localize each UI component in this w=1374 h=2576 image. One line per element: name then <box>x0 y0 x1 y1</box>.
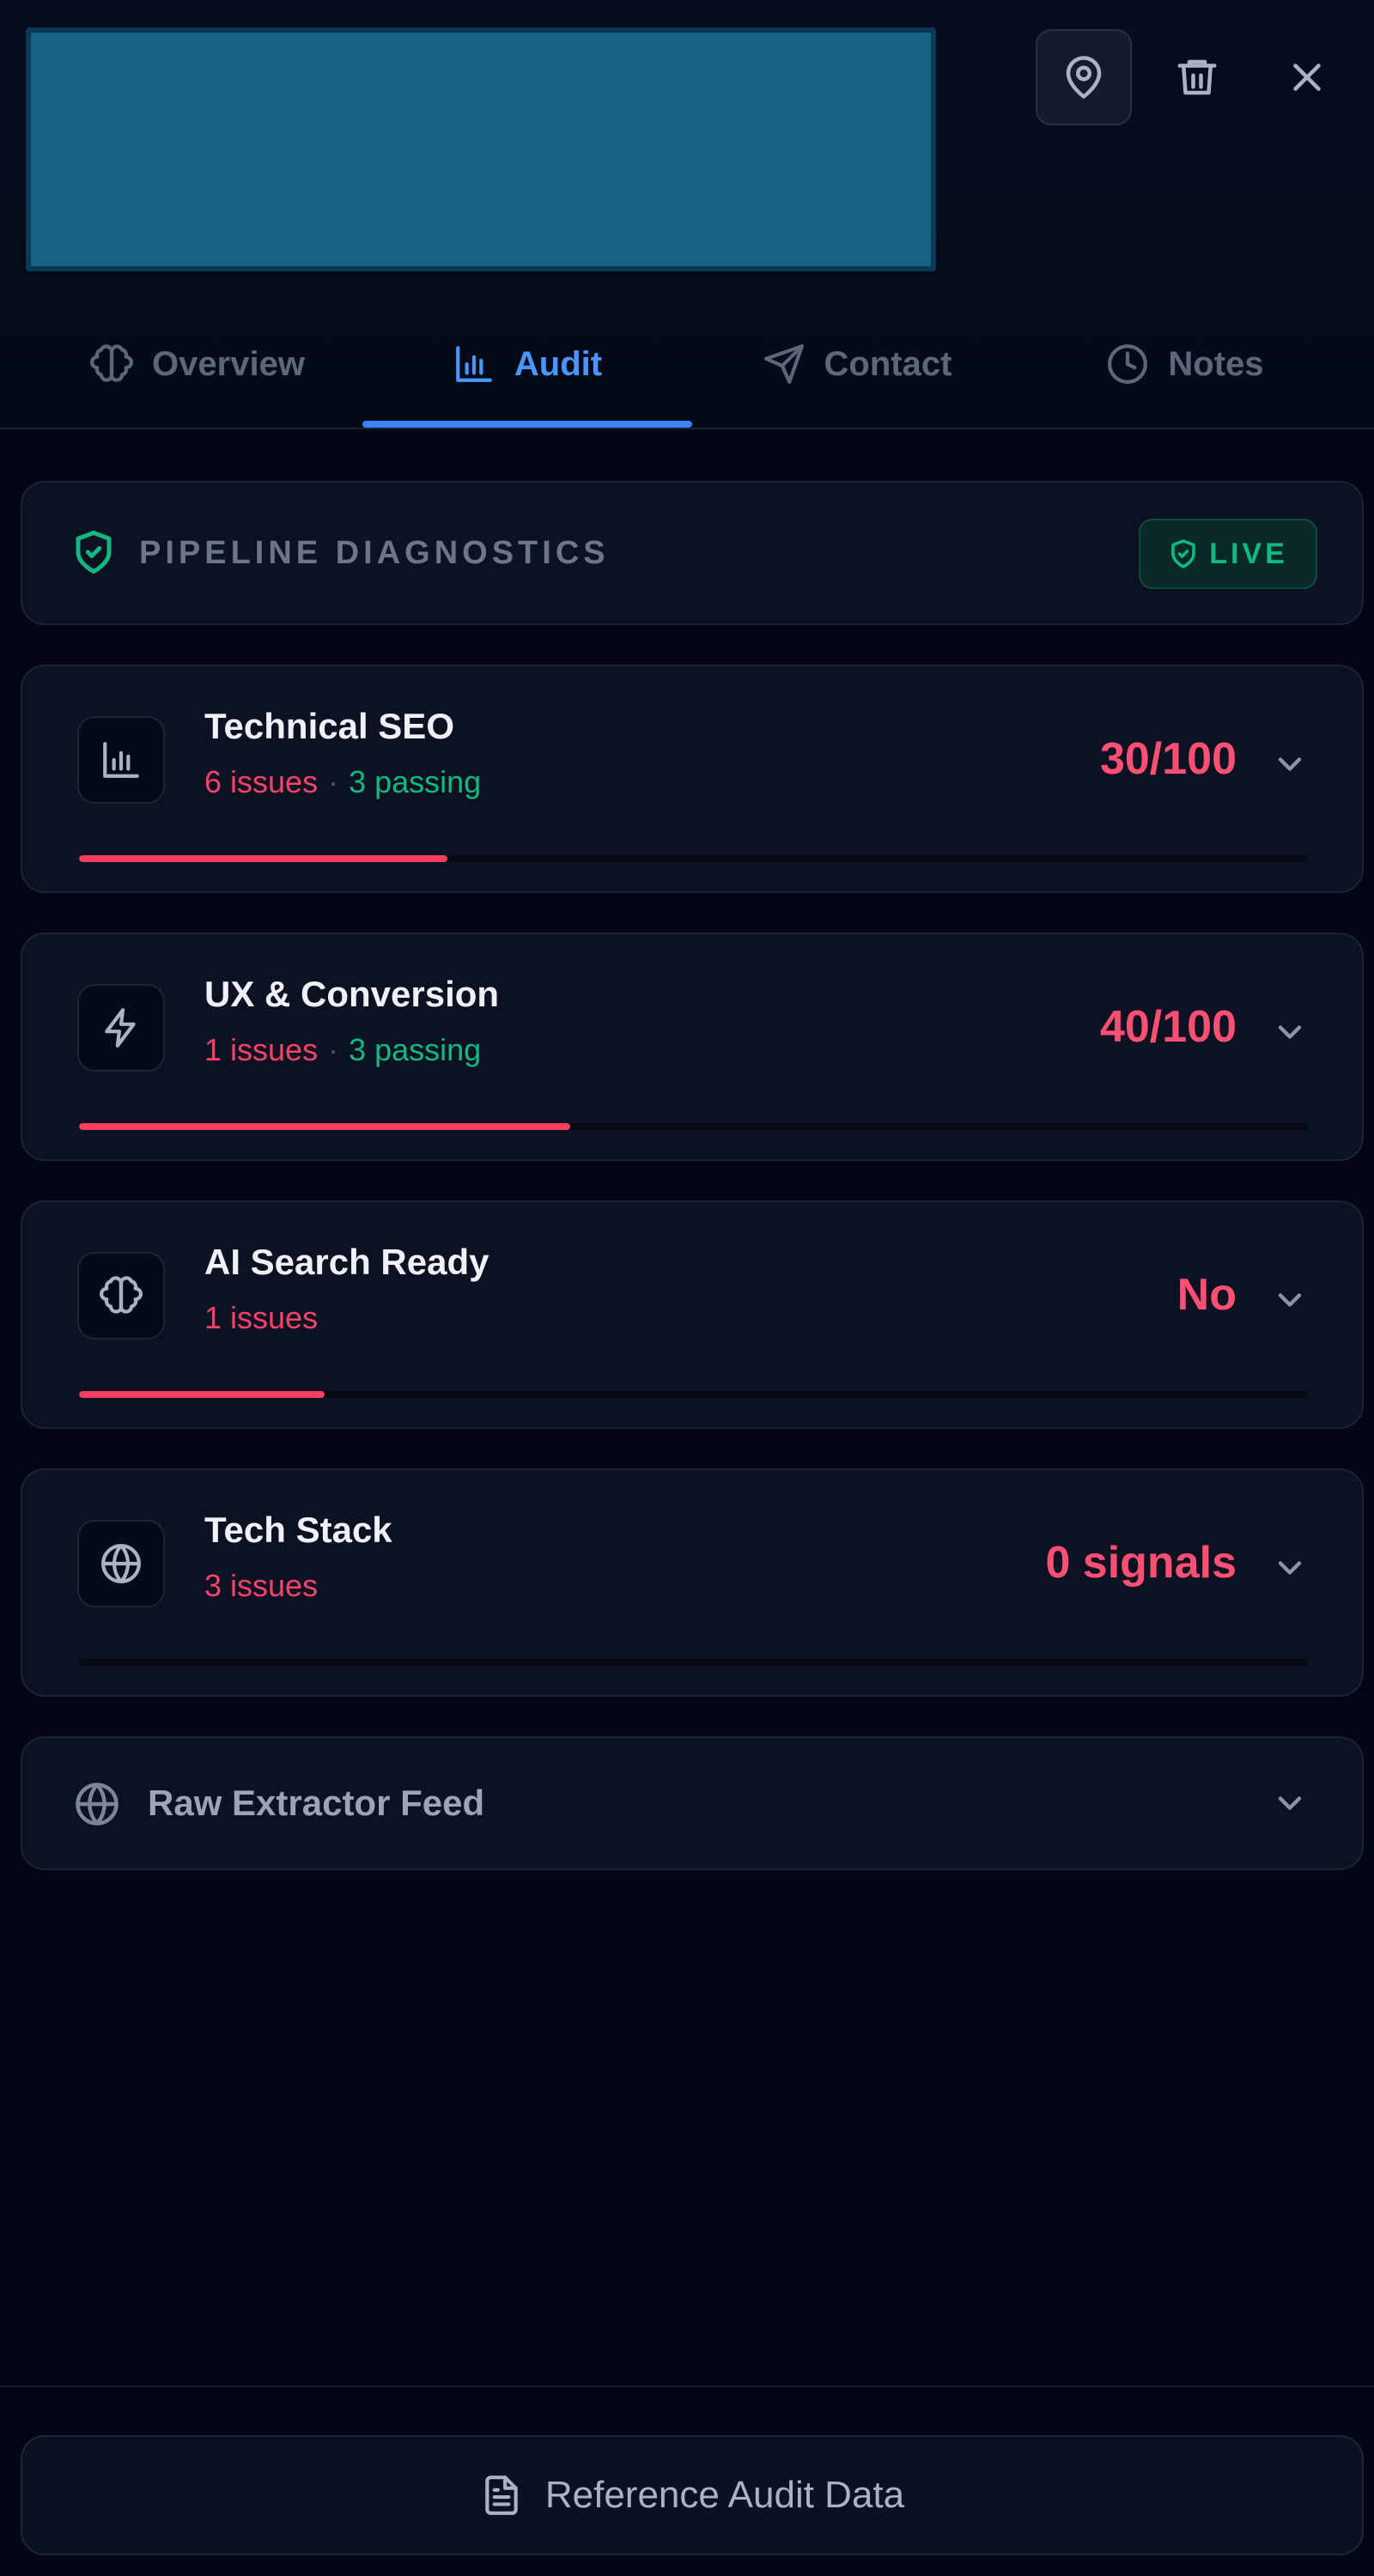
metric-title: AI Search Ready <box>204 1242 489 1282</box>
tab-contact[interactable]: Contact <box>692 301 1022 428</box>
metric-icon-box <box>77 1520 165 1607</box>
tab-label: Contact <box>824 344 952 383</box>
brain-icon <box>90 344 134 382</box>
bar-chart-icon <box>456 346 492 382</box>
section-title: PIPELINE DIAGNOSTICS <box>139 535 610 571</box>
passing-count: 3 passing <box>349 764 482 799</box>
score-progress-track <box>79 1659 1307 1666</box>
metric-summary: 1 issues · 3 passing <box>204 1032 481 1068</box>
chevron-down-icon <box>1278 1293 1302 1307</box>
metric-card-ai-search-ready[interactable]: AI Search Ready 1 issues No <box>21 1200 1364 1429</box>
raw-feed-title: Raw Extractor Feed <box>148 1783 485 1823</box>
score-progress-track <box>79 1391 1307 1398</box>
metric-summary: 1 issues <box>204 1300 318 1336</box>
send-icon <box>763 344 804 384</box>
clock-icon <box>1108 344 1148 384</box>
metric-score: 30/100 <box>1099 734 1237 784</box>
document-icon <box>485 2476 518 2515</box>
chevron-down-icon <box>1278 757 1302 771</box>
metric-score: 0 signals <box>1045 1538 1237 1588</box>
metric-card-technical-seo[interactable]: Technical SEO 6 issues · 3 passing 30/100 <box>21 665 1364 893</box>
tab-notes[interactable]: Notes <box>1022 301 1348 428</box>
cover-banner <box>26 27 936 271</box>
metric-icon-box <box>77 716 165 804</box>
expand-toggle[interactable] <box>1271 745 1309 783</box>
shield-check-icon <box>1171 539 1196 568</box>
metric-summary: 6 issues · 3 passing <box>204 764 481 800</box>
score-progress-track <box>79 855 1307 862</box>
separator-dot: · <box>328 1032 339 1067</box>
passing-count: 3 passing <box>349 1032 482 1067</box>
metric-title: UX & Conversion <box>204 974 500 1014</box>
map-pin-icon <box>1066 56 1102 99</box>
expand-toggle[interactable] <box>1271 1013 1309 1051</box>
issues-count: 6 issues <box>204 764 319 799</box>
expand-toggle[interactable] <box>1271 1281 1309 1319</box>
live-badge: LIVE <box>1139 519 1317 589</box>
chevron-down-icon <box>1278 1025 1302 1039</box>
chevron-down-icon <box>1278 1561 1302 1575</box>
score-progress-track <box>79 1123 1307 1130</box>
trash-icon <box>1177 59 1217 95</box>
tab-label: Audit <box>514 344 603 383</box>
tab-audit[interactable]: Audit <box>362 301 692 428</box>
metric-summary: 3 issues <box>204 1568 318 1604</box>
tab-bar: Overview Audit Contact Notes <box>0 301 1374 428</box>
metric-title: Tech Stack <box>204 1510 392 1550</box>
metric-score: No <box>1176 1270 1237 1320</box>
brain-icon <box>100 1276 143 1314</box>
pipeline-diagnostics-header: PIPELINE DIAGNOSTICS LIVE <box>21 481 1364 625</box>
score-progress-fill <box>79 1391 325 1398</box>
issues-count: 1 issues <box>204 1300 319 1335</box>
metric-card-tech-stack[interactable]: Tech Stack 3 issues 0 signals <box>21 1468 1364 1697</box>
live-label: LIVE <box>1209 537 1288 570</box>
close-icon <box>1293 64 1321 91</box>
score-progress-fill <box>79 1123 570 1130</box>
metric-title: Technical SEO <box>204 706 454 746</box>
tab-label: Notes <box>1168 344 1264 383</box>
issues-count: 1 issues <box>204 1032 319 1067</box>
panel-header: Overview Audit Contact Notes <box>0 0 1374 429</box>
metric-card-ux-conversion[interactable]: UX & Conversion 1 issues · 3 passing 40/10… <box>21 933 1364 1161</box>
tab-overview[interactable]: Overview <box>34 301 361 428</box>
lightning-icon <box>105 1008 136 1048</box>
pin-button[interactable] <box>1036 29 1132 125</box>
score-progress-fill <box>79 855 447 862</box>
tab-label: Overview <box>152 344 305 383</box>
metric-icon-box <box>77 984 165 1072</box>
globe-icon <box>101 1544 141 1583</box>
metric-icon-box <box>77 1252 165 1340</box>
bar-chart-icon <box>103 742 139 778</box>
reference-audit-data-button[interactable]: Reference Audit Data <box>21 2435 1364 2555</box>
close-button[interactable] <box>1259 29 1355 125</box>
expand-toggle[interactable] <box>1271 1549 1309 1587</box>
metric-score: 40/100 <box>1099 1002 1237 1052</box>
footer-divider <box>0 2385 1374 2387</box>
globe-icon <box>74 1781 120 1827</box>
expand-toggle[interactable] <box>1271 1784 1309 1822</box>
delete-button[interactable] <box>1149 29 1245 125</box>
chevron-down-icon <box>1278 1796 1302 1810</box>
issues-count: 3 issues <box>204 1568 319 1603</box>
button-label: Reference Audit Data <box>544 2474 905 2516</box>
separator-dot: · <box>328 764 339 799</box>
raw-extractor-feed[interactable]: Raw Extractor Feed <box>21 1736 1364 1870</box>
shield-check-icon <box>70 529 117 575</box>
